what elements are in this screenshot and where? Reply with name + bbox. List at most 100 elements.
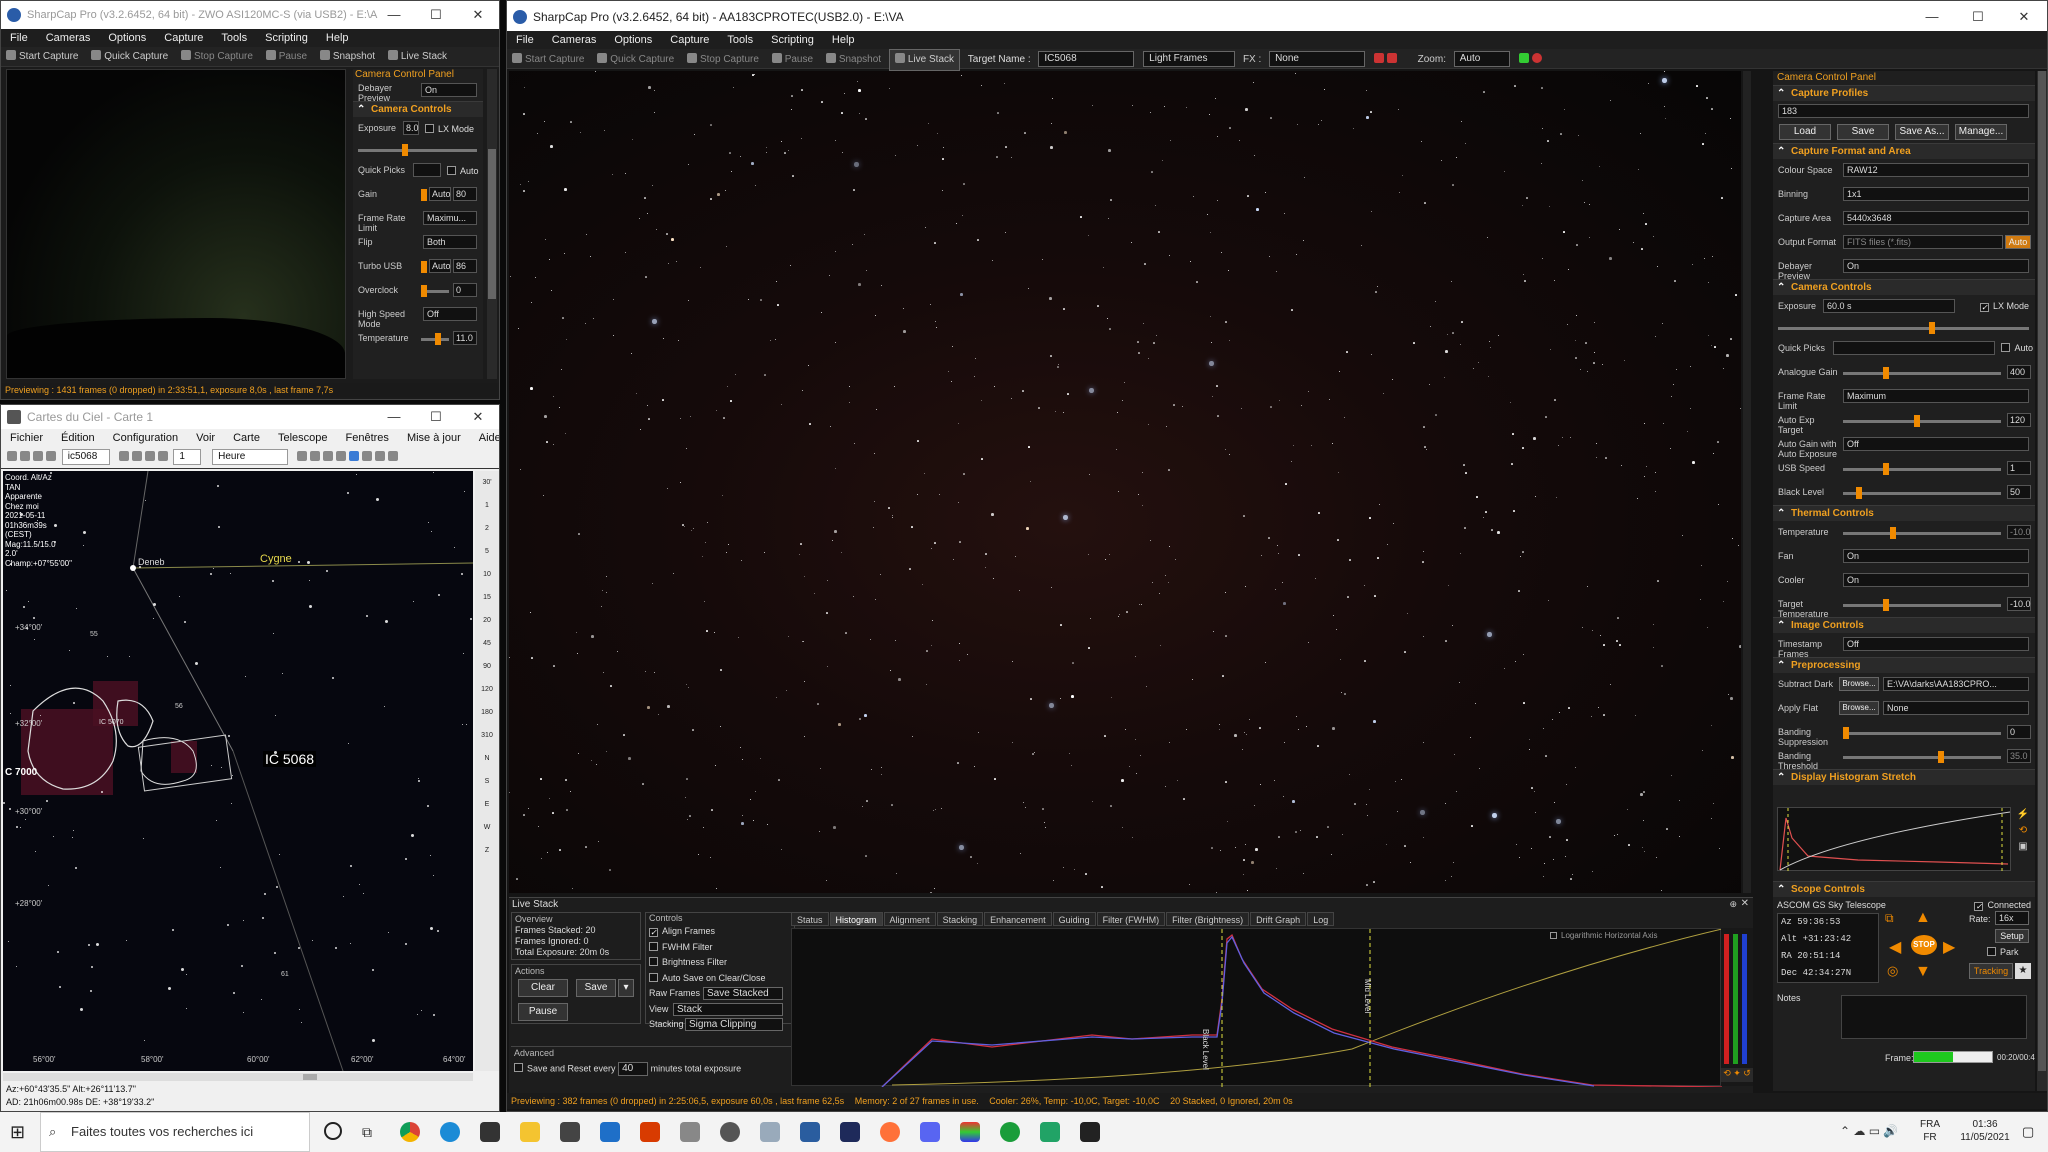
dark-file-select[interactable]: E:\VA\darks\AA183CPRO...	[1883, 677, 2029, 691]
usb-speed-input[interactable]: 1	[2007, 461, 2031, 475]
exposure-input[interactable]: 60.0 s	[1823, 299, 1955, 313]
cdc-menu-fichier[interactable]: Fichier	[1, 429, 52, 447]
image-scrollbar[interactable]	[1743, 71, 1751, 893]
profile-select[interactable]: 183	[1778, 104, 2029, 118]
align-frames-checkbox[interactable]: ✓ Align Frames	[649, 924, 791, 940]
app-icon[interactable]	[680, 1122, 700, 1142]
calculator-icon[interactable]	[800, 1122, 820, 1142]
cdc-scrollbar[interactable]	[3, 1073, 473, 1081]
tab-log[interactable]: Log	[1307, 912, 1335, 926]
layout-icon[interactable]	[387, 451, 398, 461]
system-tray[interactable]: ⌃ ☁ ▭ 🔊	[1840, 1124, 1898, 1138]
debayer-select[interactable]: On	[1843, 259, 2029, 273]
turbo-auto-button[interactable]: Auto	[429, 259, 451, 273]
park-checkbox[interactable]: Park	[1987, 947, 2019, 957]
stretch-histogram[interactable]	[1777, 807, 2011, 872]
allsky-preview[interactable]	[6, 69, 346, 379]
app-icon[interactable]	[720, 1122, 740, 1142]
start-capture-button[interactable]: Start Capture	[507, 50, 589, 70]
fov-1-button[interactable]: 1	[475, 494, 499, 517]
fan-select[interactable]: On	[1843, 549, 2029, 563]
fx-select[interactable]: None	[1269, 51, 1366, 68]
camera-controls-header[interactable]: Camera Controls	[353, 101, 483, 118]
cdc-close-button[interactable]: ✕	[457, 405, 499, 429]
reticle-icon[interactable]	[1531, 53, 1542, 63]
notification-icon[interactable]: ▢	[2022, 1124, 2034, 1140]
green-level-bar[interactable]	[1733, 934, 1738, 1064]
menu-capture[interactable]: Capture	[155, 29, 212, 47]
exposure-input[interactable]: 8.0	[403, 121, 419, 135]
clock[interactable]: 01:36 11/05/2021	[1950, 1118, 2020, 1144]
catalog-icon[interactable]	[33, 451, 43, 461]
overclock-slider[interactable]	[421, 285, 449, 297]
target-icon[interactable]	[335, 451, 346, 461]
store-icon[interactable]	[560, 1122, 580, 1142]
tracking-button[interactable]: Tracking	[1969, 963, 2013, 979]
tab-histogram[interactable]: Histogram	[829, 912, 883, 926]
flip-select[interactable]: Both	[423, 235, 477, 249]
capture-profiles-header[interactable]: Capture Profiles	[1773, 85, 2035, 102]
minutes-input[interactable]: 40	[618, 1062, 649, 1076]
menu-scripting[interactable]: Scripting	[762, 31, 823, 49]
menu-file[interactable]: File	[507, 31, 543, 49]
auto-checkbox[interactable]: Auto	[2001, 342, 2033, 354]
ic5068-label[interactable]: IC 5068	[263, 751, 317, 767]
stacking-select[interactable]: Sigma Clipping	[685, 1018, 783, 1032]
black-level-slider[interactable]	[1843, 487, 2001, 499]
quick-capture-button[interactable]: Quick Capture	[592, 50, 679, 70]
tab-enhancement[interactable]: Enhancement	[984, 912, 1052, 926]
connected-checkbox[interactable]: ✓ Connected	[1974, 900, 2031, 911]
lx-mode-checkbox[interactable]: LX Mode	[425, 123, 474, 136]
quick-picks-select[interactable]	[1833, 341, 1995, 355]
histogram-stretch-header[interactable]: Display Histogram Stretch	[1773, 769, 2035, 786]
settings-icon[interactable]	[374, 451, 385, 461]
north-button[interactable]: N	[475, 747, 499, 770]
menu-cameras[interactable]: Cameras	[37, 29, 100, 47]
flat-file-select[interactable]: None	[1883, 701, 2029, 715]
slew-right-icon[interactable]: ▶	[1943, 937, 1955, 957]
star-icon[interactable]: ★	[2015, 963, 2031, 979]
banding-threshold-input[interactable]: 35.0	[2007, 749, 2031, 763]
exposure-slider[interactable]	[1778, 322, 2029, 334]
fov-90-button[interactable]: 90	[475, 655, 499, 678]
save-profile-button[interactable]: Save	[1837, 124, 1889, 140]
west-button[interactable]: W	[475, 816, 499, 839]
banding-threshold-slider[interactable]	[1843, 751, 2001, 763]
cdc-menu-fenetres[interactable]: Fenêtres	[337, 429, 398, 447]
cdc-menu-mise-a-jour[interactable]: Mise à jour	[398, 429, 470, 447]
fwhm-filter-checkbox[interactable]: FWHM Filter	[649, 940, 791, 956]
sharpcap-taskbar-icon[interactable]	[480, 1122, 500, 1142]
autosave-checkbox[interactable]: Auto Save on Clear/Close	[649, 971, 791, 987]
zoom-fit-icon[interactable]	[296, 451, 307, 461]
tab-guiding[interactable]: Guiding	[1052, 912, 1096, 926]
frame-type-select[interactable]: Light Frames	[1143, 51, 1236, 68]
usb-speed-slider[interactable]	[1843, 463, 2001, 475]
brightness-filter-checkbox[interactable]: Brightness Filter	[649, 955, 791, 971]
log-axis-checkbox[interactable]: Logarithmic Horizontal Axis	[1550, 931, 1657, 940]
auto-exp-target-input[interactable]: 120	[2007, 413, 2031, 427]
banding-suppression-input[interactable]: 0	[2007, 725, 2031, 739]
cdc-menu-voir[interactable]: Voir	[187, 429, 224, 447]
gain-slider[interactable]	[1843, 367, 2001, 379]
menu-cameras[interactable]: Cameras	[543, 31, 606, 49]
sky-chart[interactable]: Coord. Alt/Az TAN Apparente Chez moi 2021-0…	[3, 471, 473, 1071]
zenith-button[interactable]: Z	[475, 839, 499, 862]
pause-stack-button[interactable]: Pause	[518, 1003, 568, 1021]
fov-2-button[interactable]: 2	[475, 517, 499, 540]
tab-alignment[interactable]: Alignment	[883, 912, 936, 926]
raw-frames-select[interactable]: Save Stacked	[703, 987, 783, 1001]
gain-input[interactable]: 400	[2007, 365, 2031, 379]
step-input[interactable]: 1	[173, 449, 202, 466]
lx-mode-checkbox[interactable]: ✓ LX Mode	[1979, 300, 2029, 312]
stop-capture-button[interactable]: Stop Capture	[682, 50, 764, 70]
fov-310-button[interactable]: 310	[475, 724, 499, 747]
telescope-icon[interactable]	[348, 451, 359, 461]
save-as-profile-button[interactable]: Save As...	[1895, 124, 1949, 140]
debayer-select[interactable]: On	[421, 83, 477, 97]
stop-slew-button[interactable]: STOP	[1911, 935, 1937, 955]
clear-button[interactable]: Clear	[518, 979, 568, 997]
south-button[interactable]: S	[475, 770, 499, 793]
mail-icon[interactable]	[600, 1122, 620, 1142]
menu-tools[interactable]: Tools	[212, 29, 256, 47]
snapshot-button[interactable]: Snapshot	[315, 47, 380, 67]
